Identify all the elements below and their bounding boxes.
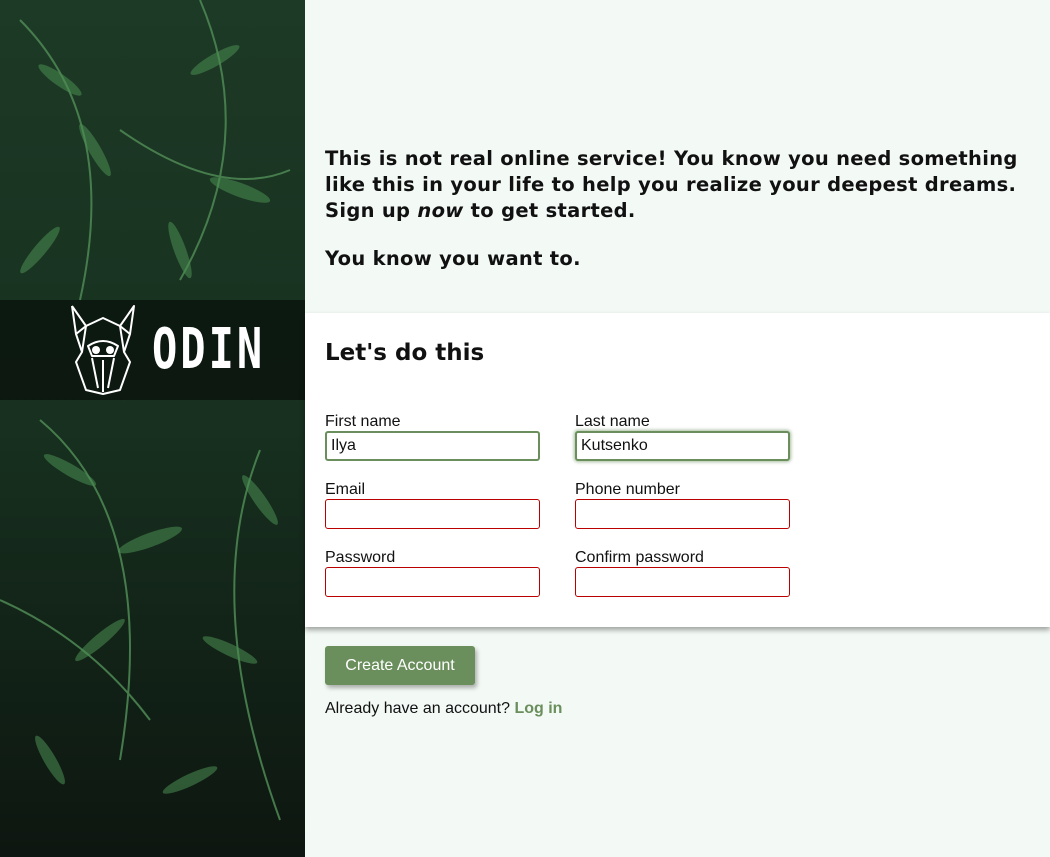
form-heading: Let's do this [325,340,485,366]
phone-input[interactable] [575,499,790,529]
login-prompt: Already have an account? Log in [325,700,563,717]
signup-main: This is not real online service! You kno… [305,0,1050,857]
intro-paragraph: This is not real online service! You kno… [325,147,1018,222]
email-label: Email [325,481,366,498]
password-input[interactable] [325,567,540,597]
password-field: Password [325,549,540,597]
first-name-label: First name [325,413,401,430]
first-name-input[interactable] [325,431,540,461]
create-account-button[interactable]: Create Account [325,646,475,685]
intro-text: This is not real online service! You kno… [325,146,1040,272]
fern-background-image [0,0,305,857]
last-name-label: Last name [575,413,650,430]
logo-band: ODIN [0,300,305,400]
phone-field: Phone number [575,481,790,529]
confirm-password-field: Confirm password [575,549,790,597]
intro-tagline: You know you want to. [325,247,581,270]
last-name-field: Last name [575,413,790,461]
phone-label: Phone number [575,481,680,498]
last-name-input[interactable] [575,431,790,461]
password-label: Password [325,549,396,566]
sidebar-hero: ODIN [0,0,305,857]
first-name-field: First name [325,413,540,461]
logo-text: ODIN [152,317,266,382]
email-input[interactable] [325,499,540,529]
login-link[interactable]: Log in [514,700,562,717]
confirm-password-input[interactable] [575,567,790,597]
confirm-password-label: Confirm password [575,549,704,566]
signup-form-card: Let's do this First name Last name Email… [305,313,1050,627]
email-field: Email [325,481,540,529]
intro-emphasis: now [417,199,464,222]
viking-helmet-icon [71,305,135,395]
